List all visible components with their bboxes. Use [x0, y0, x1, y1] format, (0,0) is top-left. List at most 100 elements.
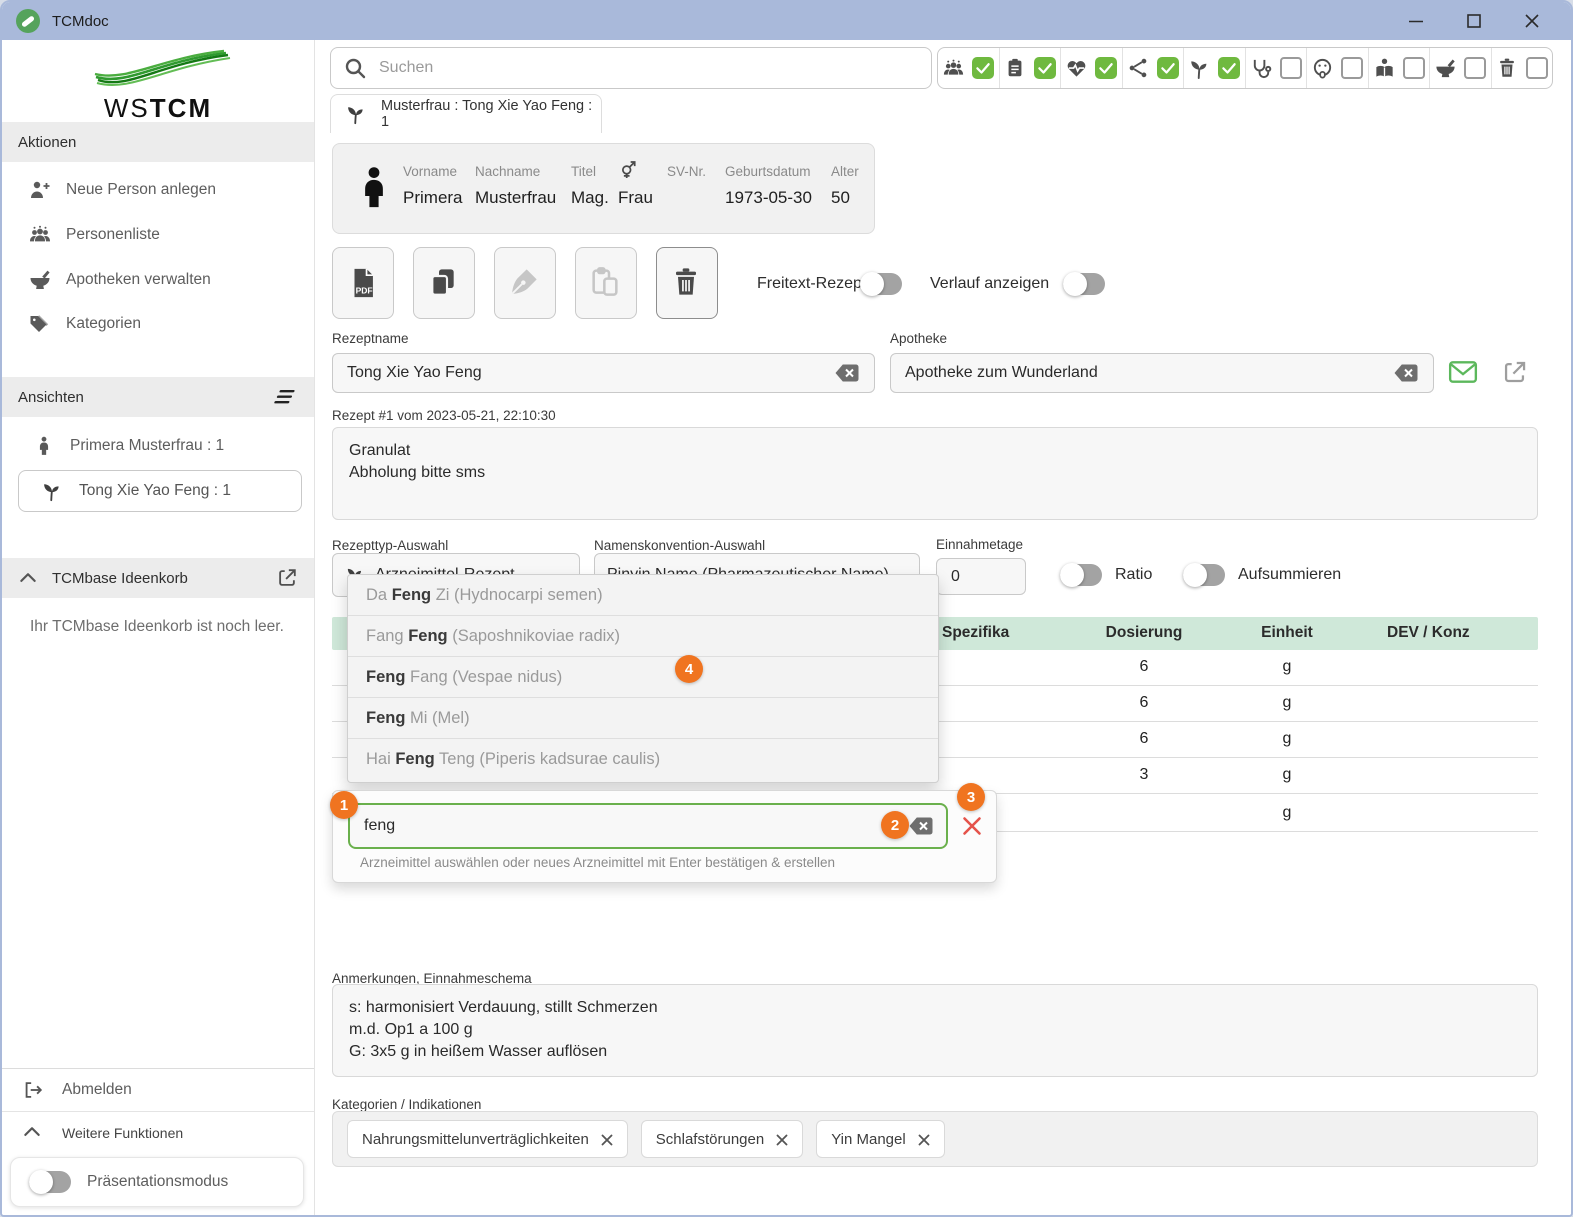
sidebar-item-apotheken[interactable]: Apotheken verwalten [2, 263, 314, 297]
chevron-up-icon [22, 1122, 44, 1144]
sprout-icon [41, 480, 63, 502]
wstcm-logo: WSTCM [2, 48, 314, 124]
remove-chip-icon[interactable] [776, 1133, 788, 1145]
heart-pulse-icon [1065, 57, 1088, 80]
input-helper-text: Arzneimittel auswählen oder neues Arznei… [360, 855, 835, 870]
ansichten-section-header: Ansichten [2, 377, 314, 417]
arzneimittel-search-input[interactable] [364, 817, 908, 835]
svg-text:PDF: PDF [356, 286, 373, 296]
delete-row-icon[interactable] [961, 815, 983, 837]
clear-input-icon[interactable] [1393, 363, 1419, 383]
sidebar-view-rezept-selected[interactable]: Tong Xie Yao Feng : 1 [18, 470, 302, 512]
dropdown-item[interactable]: Feng Fang (Vespae nidus) [348, 657, 938, 698]
praesentationsmodus-toggle[interactable] [29, 1171, 71, 1193]
aufsummieren-toggle[interactable] [1183, 564, 1225, 586]
remove-chip-icon[interactable] [918, 1133, 930, 1145]
envelope-icon[interactable] [1448, 358, 1476, 386]
filter-trash[interactable] [1492, 48, 1553, 88]
app-window: TCMdoc WSTCM [0, 0, 1573, 1217]
checkbox-unchecked[interactable] [1526, 57, 1548, 79]
weitere-funktionen-toggle[interactable]: Weitere Funktionen [2, 1111, 314, 1153]
remove-chip-icon[interactable] [601, 1133, 613, 1145]
delete-rezept-button[interactable] [656, 247, 718, 319]
clear-input-icon[interactable] [834, 363, 860, 383]
maximize-button[interactable] [1463, 10, 1485, 32]
checkbox-unchecked[interactable] [1341, 57, 1363, 79]
einnahmetage-field [936, 558, 1026, 595]
apotheke-field [890, 353, 1434, 393]
checkbox-unchecked[interactable] [1403, 57, 1425, 79]
sidebar-item-neue-person[interactable]: Neue Person anlegen [2, 173, 314, 207]
titlebar: TCMdoc [2, 2, 1571, 40]
col-dosierung: Dosierung [1084, 624, 1204, 642]
person-plus-icon [28, 178, 52, 202]
anmerkungen-textarea[interactable]: s: harmonisiert Verdauung, stillt Schmer… [332, 984, 1538, 1077]
checkbox-checked[interactable] [1095, 57, 1117, 79]
filter-clipboard[interactable] [1000, 48, 1062, 88]
checkbox-unchecked[interactable] [1464, 57, 1486, 79]
sidebar-item-personenliste[interactable]: Personenliste [2, 218, 314, 252]
sort-icon[interactable] [272, 386, 298, 408]
sprout-icon [345, 103, 367, 125]
filter-sprout[interactable] [1184, 48, 1246, 88]
checkbox-checked[interactable] [1157, 57, 1179, 79]
external-link-icon[interactable] [1501, 359, 1529, 387]
stethoscope-icon [1250, 57, 1273, 80]
checkbox-checked[interactable] [1218, 57, 1240, 79]
search-input[interactable] [379, 59, 919, 77]
sidebar-item-kategorien[interactable]: Kategorien [2, 307, 314, 341]
pdf-export-button[interactable]: PDF [332, 247, 394, 319]
sidebar-item-label: Tong Xie Yao Feng : 1 [79, 482, 231, 500]
kategorie-chip[interactable]: Yin Mangel [816, 1120, 945, 1158]
search-icon [343, 56, 367, 80]
close-button[interactable] [1521, 10, 1543, 32]
checkbox-checked[interactable] [972, 57, 994, 79]
rezept-textarea[interactable]: Granulat Abholung bitte sms [332, 427, 1538, 520]
wave-logo-icon [78, 48, 238, 90]
dropdown-item[interactable]: Fang Feng (Saposhnikoviae radix) [348, 616, 938, 657]
clear-input-icon[interactable] [908, 816, 934, 836]
freitext-label: Freitext-Rezept [757, 275, 866, 293]
sidebar-item-label: Apotheken verwalten [66, 271, 211, 289]
checkbox-unchecked[interactable] [1280, 57, 1302, 79]
filter-mortar[interactable] [1430, 48, 1492, 88]
rezept-header-label: Rezept #1 vom 2023-05-21, 22:10:30 [332, 408, 556, 423]
einnahmetage-input[interactable] [951, 568, 1011, 586]
verlauf-toggle[interactable] [1063, 273, 1105, 295]
minimize-button[interactable] [1405, 10, 1427, 32]
checkbox-checked[interactable] [1034, 57, 1056, 79]
edit-rezept-button[interactable] [494, 247, 556, 319]
sidebar-view-person[interactable]: Primera Musterfrau : 1 [2, 429, 314, 463]
person-card: VornamePrimera NachnameMusterfrau TitelM… [332, 143, 875, 234]
mortar-icon [1434, 57, 1457, 80]
dropdown-item[interactable]: Da Feng Zi (Hydnocarpi semen) [348, 575, 938, 616]
dropdown-item[interactable]: Feng Mi (Mel) [348, 698, 938, 739]
dropdown-item[interactable]: Hai Feng Teng (Piperis kadsurae caulis) [348, 739, 938, 780]
persons-icon [28, 223, 52, 247]
freitext-toggle[interactable] [860, 273, 902, 295]
verlauf-label: Verlauf anzeigen [930, 275, 1049, 293]
external-link-icon[interactable] [276, 567, 298, 589]
filter-reader[interactable] [1369, 48, 1431, 88]
clipboard-icon [1004, 57, 1027, 80]
filter-persons[interactable] [938, 48, 1000, 88]
logout-button[interactable]: Abmelden [2, 1069, 314, 1111]
filter-heart-pulse[interactable] [1061, 48, 1123, 88]
tab-rezept[interactable]: Musterfrau : Tong Xie Yao Feng : 1 [330, 94, 602, 133]
weitere-funktionen-label: Weitere Funktionen [62, 1125, 183, 1141]
copy-rezept-button[interactable] [413, 247, 475, 319]
kategorie-chip[interactable]: Nahrungsmittelunverträglichkeiten [347, 1120, 628, 1158]
kategorie-chip[interactable]: Schlafstörungen [641, 1120, 803, 1158]
apotheke-input[interactable] [905, 364, 1393, 382]
rezeptname-input[interactable] [347, 364, 834, 382]
ratio-toggle[interactable] [1060, 564, 1102, 586]
filter-stethoscope[interactable] [1246, 48, 1308, 88]
rezeptname-label: Rezeptname [332, 331, 409, 346]
paste-button[interactable] [575, 247, 637, 319]
chevron-up-icon[interactable] [18, 568, 38, 588]
filter-face[interactable] [1307, 48, 1369, 88]
filter-share[interactable] [1123, 48, 1185, 88]
sidebar-bottom: Abmelden Weitere Funktionen [2, 1068, 314, 1153]
mortar-icon [28, 268, 52, 292]
annotation-badge-2: 2 [881, 811, 909, 839]
